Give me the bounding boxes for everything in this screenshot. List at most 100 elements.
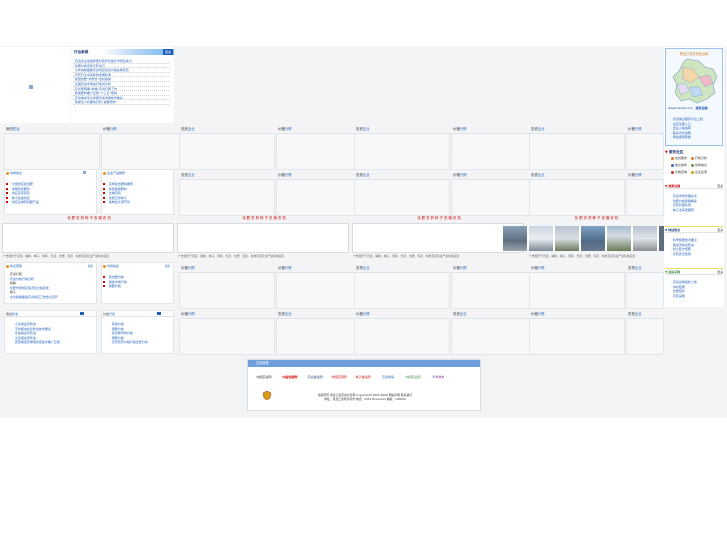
orange-dot-icon: [103, 171, 106, 175]
column-title[interactable]: 农资企业: [626, 310, 664, 319]
partner-logo[interactable]: 农业信息网: [304, 373, 326, 382]
more-link[interactable]: 更多: [717, 269, 723, 275]
photo-thumbnail[interactable]: [555, 226, 579, 251]
links-bar: 友情链接: [248, 360, 480, 367]
column-title[interactable]: 价格行情: [354, 310, 450, 319]
partner-logo[interactable]: 农资商情: [377, 373, 399, 382]
column-title[interactable]: 病虫防治: [4, 125, 100, 134]
grid-column: 价格行情 · · · · · ·: [179, 310, 275, 355]
partner-logo[interactable]: 农资导报: [427, 373, 449, 382]
side-section-tender: ▼ 招标采购 更多 · 农资采购招标公告 · 中标结果 · 化肥招标 · 农药采…: [665, 268, 723, 306]
more-icon[interactable]: [157, 312, 161, 315]
category-strip[interactable]: 化 肥 农 药 种 子 农 膜 农 机: [179, 216, 349, 221]
partner-logo[interactable]: 中国农药网: [329, 373, 349, 382]
category-strip[interactable]: 化 肥 农 药 种 子 农 膜 农 机: [529, 216, 664, 221]
ad-banner[interactable]: [177, 223, 349, 253]
bottom-list-items: · 尿素价格 · 磷肥价格 · 复合肥市场价格 · 钾肥价格 · 农药原药价格行…: [102, 322, 173, 345]
news-more-button[interactable]: 更多: [162, 49, 173, 55]
ad-caption: 广告服务于农资、播种、种子、饲料、兽药、化肥、农药、各类农资及生产资料供应商: [178, 254, 285, 258]
photo-thumbnail[interactable]: [503, 226, 527, 251]
feature-list: · 农资打假 · 农资价格行情分析 · 春耕 · 化肥市场供应情况及价格走势 ·…: [5, 272, 96, 300]
service-icon: [690, 170, 694, 174]
more-link[interactable]: 更多: [717, 227, 723, 233]
column-title[interactable]: 农资企业: [179, 171, 275, 180]
column-title[interactable]: 农资企业: [354, 264, 450, 273]
feature-box-market: 市场动态 更多 · 复合肥价格 · 尿素市场行情 · 磷肥价格: [101, 262, 174, 304]
column-title[interactable]: 农资企业: [529, 171, 625, 180]
ad-banner[interactable]: [352, 223, 524, 253]
service-icon: [671, 156, 674, 160]
partner-logo[interactable]: 中国农业网: [402, 373, 424, 382]
column-title[interactable]: 农资企业: [354, 125, 450, 134]
news-item[interactable]: · 植保无人机推动农药“减量增效”: [73, 100, 169, 105]
footer-line-2: 地址：黑龙江省哈尔滨市 电话：0451-8xxxxxxx 邮编：150000: [324, 397, 406, 401]
orange-dot-icon: [103, 264, 106, 268]
side-section-tech: ▼ 科技知识 更多 · 科学施肥技术要点 · 病虫害综合防治 · 测土配方施肥 …: [665, 226, 723, 266]
category-strip[interactable]: 化 肥 农 药 种 子 农 膜 农 机: [4, 216, 174, 221]
service-link[interactable]: 供求信息: [695, 163, 707, 167]
service-icon: [690, 156, 694, 160]
feature-item[interactable]: · 全省春耕备耕农资供应工作会议召开: [8, 295, 96, 300]
partner-logo[interactable]: 中国农资网: [252, 373, 276, 382]
more-link[interactable]: 更多: [165, 264, 170, 270]
column-title[interactable]: 价格行情: [626, 125, 664, 134]
feature-box-hot: 热点聚焦 更多 · 农资打假 · 农资价格行情分析 · 春耕 · 化肥市场供应情…: [4, 262, 97, 304]
partner-logo[interactable]: 中国化肥网: [279, 373, 301, 382]
service-link[interactable]: 价格查询: [675, 170, 687, 174]
feature-header: 热点聚焦 更多: [5, 263, 96, 269]
service-link[interactable]: 在线服务: [675, 156, 687, 160]
side-list: · 农资采购招标公告 · 中标结果 · 化肥招标 · 农药采购: [665, 280, 723, 298]
grid-column: 农资企业 · · · · · ·: [354, 264, 450, 309]
more-link[interactable]: 更多: [88, 264, 93, 270]
service-link[interactable]: 行情分析: [695, 156, 707, 160]
map-url[interactable]: www.hljnzw.com 服务指南: [668, 106, 722, 111]
column-body: · · · · · ·: [179, 273, 275, 309]
feature-box-supply: 供求信息 · 大量供应复合肥 · 求购有机肥料 · 供应农药原药 · 种子批发供…: [4, 169, 97, 215]
category-strip[interactable]: 化 肥 农 药 种 子 农 膜 农 机: [354, 216, 524, 221]
grid-column: 价格行情 · · · · · ·: [179, 264, 275, 309]
column-title[interactable]: 价格行情: [179, 264, 275, 273]
police-badge-icon[interactable]: [263, 391, 271, 400]
partner-logo[interactable]: 种子信息网: [352, 373, 374, 382]
news-panel: 行业新闻 更多 · 农资企业加快转型升级步伐提升市场竞争力 · 化肥价格走势平稳…: [71, 47, 174, 123]
feature-item[interactable]: · 供应生物有机肥产品: [6, 200, 96, 205]
feature-item[interactable]: · 植物生长调节剂: [103, 200, 173, 205]
photo-thumbnail[interactable]: [607, 226, 631, 251]
photo-strip[interactable]: [503, 226, 664, 251]
grid-column: 价格行情 · · · · · ·: [354, 310, 450, 355]
service-icon: [671, 170, 674, 174]
bottom-list-item[interactable]: · 蔬菜病虫害绿色防控技术推广应用: [13, 340, 96, 345]
grid-column: 农资企业 · · · · · ·: [354, 171, 450, 216]
column-title[interactable]: 农资企业: [179, 125, 275, 134]
more-icon[interactable]: [80, 312, 84, 315]
bottom-list-header: 病虫防治: [5, 311, 96, 317]
side-list-item[interactable]: · 种子法实施细则: [671, 208, 723, 213]
column-title[interactable]: 价格行情: [529, 264, 625, 273]
photo-thumbnail[interactable]: [633, 226, 657, 251]
photo-thumbnail[interactable]: [581, 226, 605, 251]
rss-icon[interactable]: [83, 171, 86, 174]
feature-list: · 高效复合肥料推荐 · 新型缓释肥料 · 生物农药 · 优质玉米种子 · 植物…: [102, 182, 173, 205]
column-title[interactable]: 农资企业: [626, 264, 664, 273]
top-banner: [0, 47, 70, 123]
photo-thumbnail[interactable]: [659, 226, 664, 251]
column-title[interactable]: 农资企业: [529, 125, 625, 134]
column-title[interactable]: 农资企业: [354, 171, 450, 180]
notice-item[interactable]: · 网站使用帮助: [671, 135, 721, 140]
side-list-item[interactable]: · 农药安全使用: [671, 252, 723, 257]
province-map-icon[interactable]: [669, 57, 721, 105]
service-link[interactable]: 信息发布: [675, 163, 687, 167]
side-list-item[interactable]: · 农药采购: [671, 294, 723, 299]
ad-banner[interactable]: [2, 223, 174, 253]
column-title[interactable]: 价格行情: [626, 171, 664, 180]
bottom-list-item[interactable]: · 农药原药价格行情走势分析: [110, 340, 173, 345]
ad-caption: 广告服务于农资、播种、种子、饲料、兽药、化肥、农药、各类农资及生产资料供应商: [529, 254, 636, 258]
side-list: · 科学施肥技术要点 · 病虫害综合防治 · 测土配方施肥 · 农药安全使用: [665, 238, 723, 256]
more-link[interactable]: 更多: [717, 183, 723, 189]
column-title[interactable]: 价格行情: [179, 310, 275, 319]
column-title[interactable]: 价格行情: [529, 310, 625, 319]
grid-column: 价格行情 · · · · · ·: [529, 310, 625, 355]
service-link[interactable]: 企业名录: [695, 170, 707, 174]
feature-item[interactable]: · 磷肥价格: [103, 284, 173, 289]
photo-thumbnail[interactable]: [529, 226, 553, 251]
